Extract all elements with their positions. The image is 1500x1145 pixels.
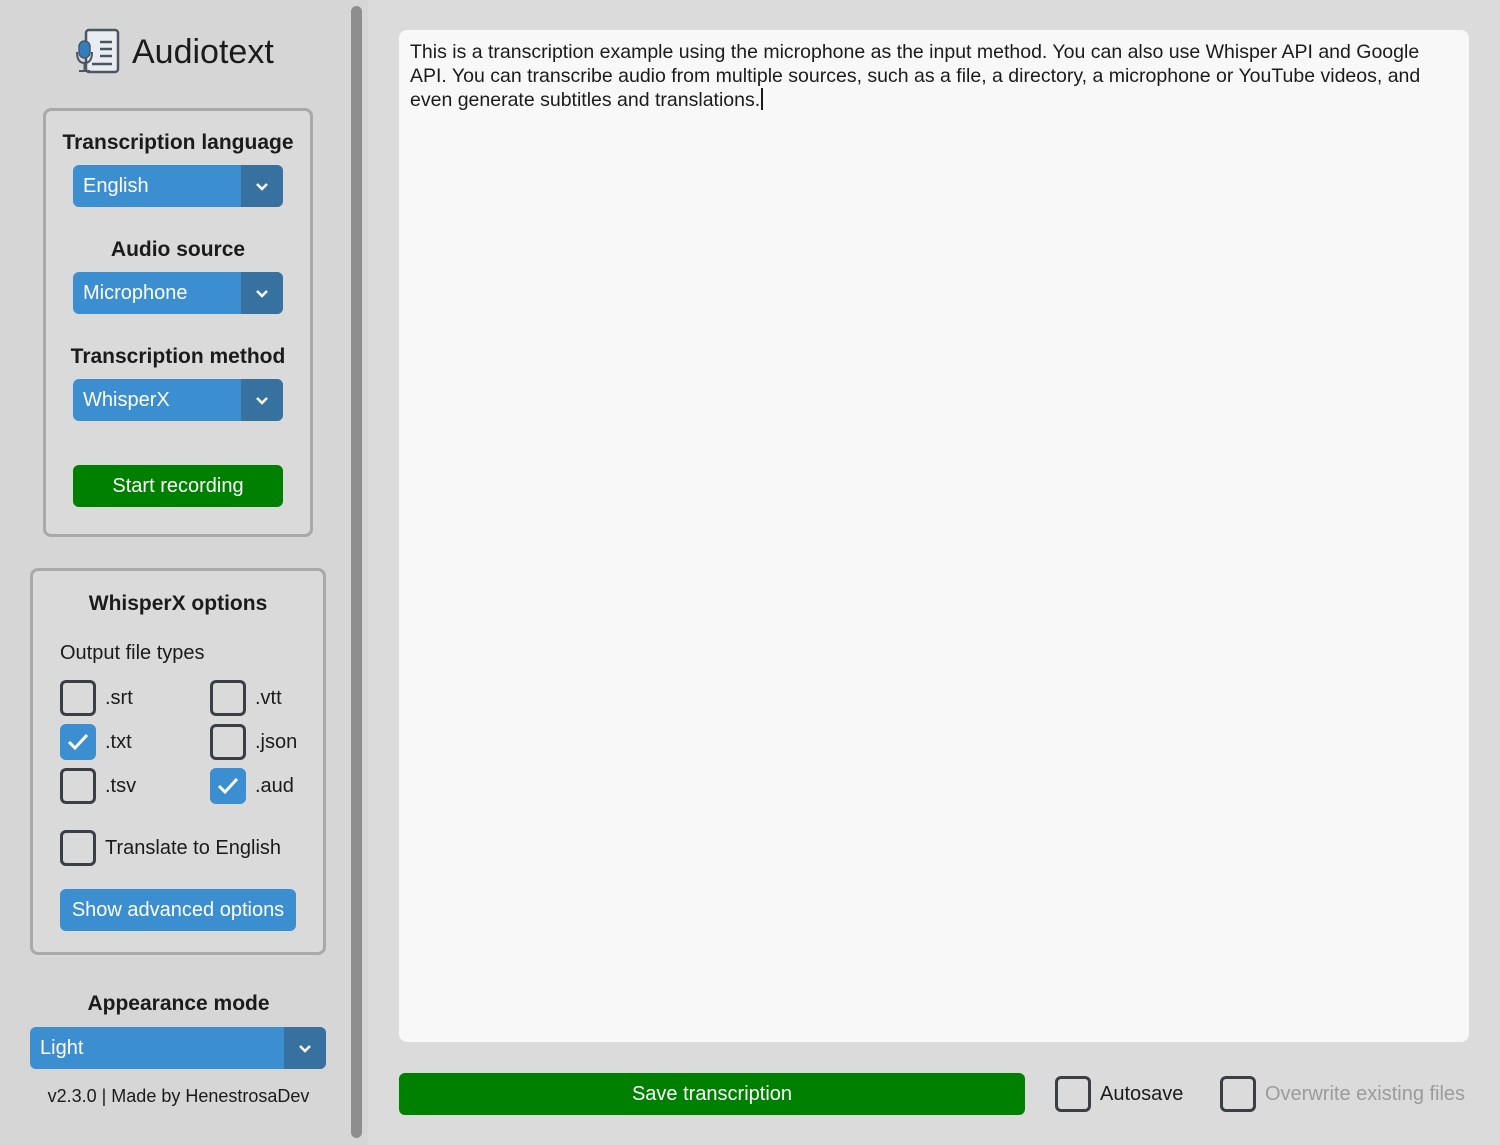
json-checkbox[interactable]: .json <box>210 724 297 760</box>
checkbox-box[interactable] <box>60 724 96 760</box>
checkbox-box[interactable] <box>1220 1076 1256 1112</box>
srt-label: .srt <box>105 686 133 709</box>
whisperx-options-panel: WhisperX options Output file types .srt … <box>30 568 326 955</box>
audio-source-label: Audio source <box>110 238 246 261</box>
transcription-textbox[interactable]: This is a transcription example using th… <box>399 30 1469 1042</box>
transcription-language-label: Transcription language <box>62 131 294 154</box>
transcription-text: This is a transcription example using th… <box>410 41 1421 111</box>
transcription-settings-panel: Transcription language English Audio sou… <box>43 108 313 537</box>
overwrite-existing-files-checkbox[interactable]: Overwrite existing files <box>1220 1076 1465 1112</box>
vtt-checkbox[interactable]: .vtt <box>210 680 282 716</box>
app-logo-row: Audiotext <box>76 28 274 76</box>
appearance-mode-value: Light <box>40 1037 84 1059</box>
transcription-method-dropdown[interactable]: WhisperX <box>73 379 283 421</box>
show-advanced-options-button[interactable]: Show advanced options <box>60 889 296 931</box>
save-transcription-button[interactable]: Save transcription <box>399 1073 1025 1115</box>
translate-to-english-label: Translate to English <box>105 836 282 859</box>
appearance-mode-label: Appearance mode <box>87 992 270 1015</box>
vtt-label: .vtt <box>255 686 282 709</box>
checkmark-icon <box>67 733 89 751</box>
transcription-method-value: WhisperX <box>83 389 170 411</box>
autosave-checkbox[interactable]: Autosave <box>1055 1076 1183 1112</box>
txt-checkbox[interactable]: .txt <box>60 724 132 760</box>
chevron-down-icon[interactable] <box>241 379 283 421</box>
transcription-language-dropdown[interactable]: English <box>73 165 283 207</box>
chevron-down-icon[interactable] <box>284 1027 326 1069</box>
txt-label: .txt <box>105 730 132 753</box>
aud-label: .aud <box>255 774 294 797</box>
whisperx-options-title: WhisperX options <box>88 592 268 615</box>
sidebar: Audiotext Transcription language English… <box>0 0 348 1145</box>
aud-checkbox[interactable]: .aud <box>210 768 294 804</box>
checkbox-box[interactable] <box>60 680 96 716</box>
text-caret <box>761 88 763 110</box>
sidebar-scrollbar[interactable] <box>351 6 362 1138</box>
appearance-mode-dropdown[interactable]: Light <box>30 1027 326 1069</box>
checkmark-icon <box>217 777 239 795</box>
srt-checkbox[interactable]: .srt <box>60 680 133 716</box>
overwrite-existing-files-label: Overwrite existing files <box>1265 1082 1466 1105</box>
version-credit-text: v2.3.0 | Made by HenestrosaDev <box>47 1086 310 1106</box>
chevron-down-icon[interactable] <box>241 165 283 207</box>
checkbox-box[interactable] <box>210 768 246 804</box>
checkbox-box[interactable] <box>60 768 96 804</box>
checkbox-box[interactable] <box>60 830 96 866</box>
checkbox-box[interactable] <box>1055 1076 1091 1112</box>
autosave-label: Autosave <box>1100 1082 1184 1105</box>
transcription-method-label: Transcription method <box>70 345 286 368</box>
translate-to-english-checkbox[interactable]: Translate to English <box>60 830 281 866</box>
transcription-language-value: English <box>83 175 149 197</box>
json-label: .json <box>255 730 298 753</box>
chevron-down-icon[interactable] <box>241 272 283 314</box>
audio-source-value: Microphone <box>83 282 188 304</box>
start-recording-button[interactable]: Start recording <box>73 465 283 507</box>
audio-source-dropdown[interactable]: Microphone <box>73 272 283 314</box>
document-microphone-icon <box>76 28 120 74</box>
tsv-checkbox[interactable]: .tsv <box>60 768 136 804</box>
app-title: Audiotext <box>132 32 274 71</box>
checkbox-box[interactable] <box>210 680 246 716</box>
output-file-types-label: Output file types <box>60 642 205 664</box>
tsv-label: .tsv <box>105 774 137 797</box>
checkbox-box[interactable] <box>210 724 246 760</box>
